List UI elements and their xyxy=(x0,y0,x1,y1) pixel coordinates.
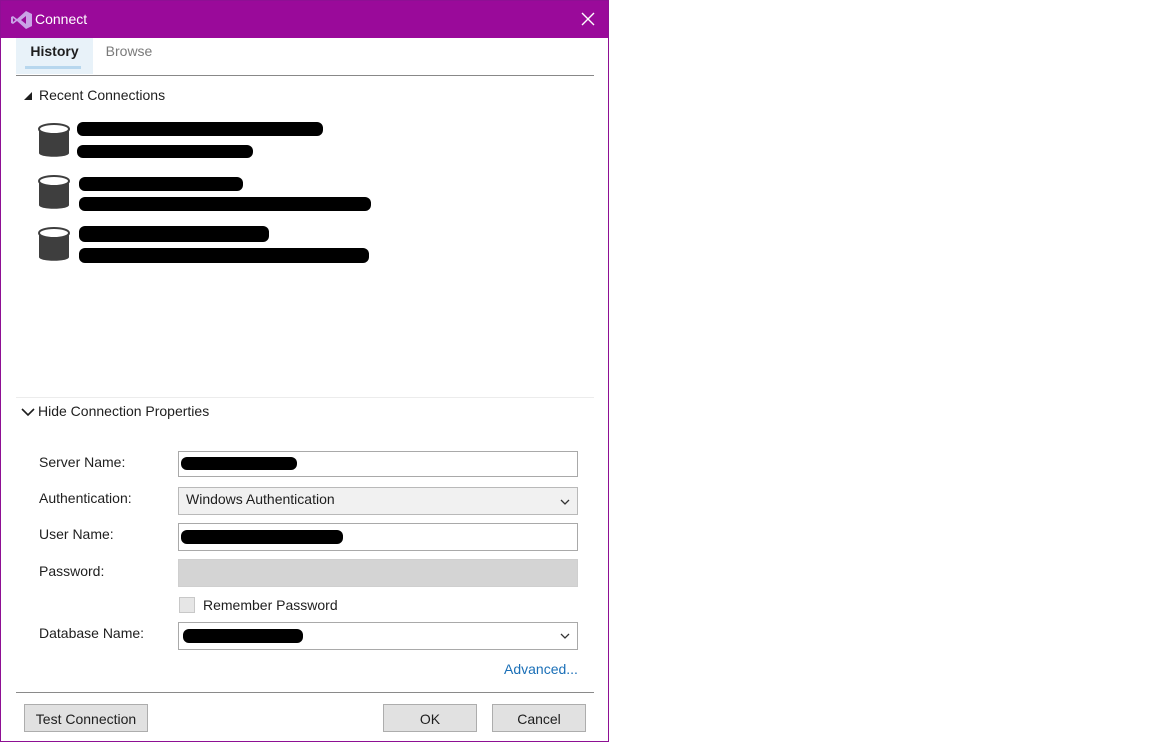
redacted-connection-detail xyxy=(79,197,371,211)
password-label: Password: xyxy=(39,563,105,579)
footer-divider xyxy=(16,692,594,693)
remember-password-checkbox[interactable] xyxy=(179,597,195,613)
database-icon xyxy=(38,175,70,209)
tab-browse[interactable]: Browse xyxy=(98,38,160,74)
authentication-value: Windows Authentication xyxy=(186,491,335,507)
recent-connection-item[interactable] xyxy=(37,122,417,164)
cancel-button[interactable]: Cancel xyxy=(492,704,586,732)
expanded-triangle-icon xyxy=(24,92,32,100)
redacted-connection-name xyxy=(79,226,269,242)
authentication-label: Authentication: xyxy=(39,490,132,506)
database-name-combobox[interactable] xyxy=(178,622,578,650)
chevron-down-icon xyxy=(21,408,35,417)
tab-strip: History Browse xyxy=(16,38,594,76)
redacted-server-name xyxy=(181,457,297,470)
redacted-user-name xyxy=(181,530,343,544)
redacted-connection-detail xyxy=(79,248,369,263)
section-divider xyxy=(16,397,594,398)
hide-connection-properties-label: Hide Connection Properties xyxy=(38,403,210,419)
test-connection-button[interactable]: Test Connection xyxy=(24,704,148,732)
redacted-connection-name xyxy=(79,177,243,191)
chevron-down-icon xyxy=(560,499,570,505)
tab-history[interactable]: History xyxy=(16,38,93,74)
remember-password-label[interactable]: Remember Password xyxy=(203,597,338,613)
redacted-connection-name xyxy=(77,122,323,136)
password-input xyxy=(178,559,578,587)
database-icon xyxy=(38,227,70,261)
user-name-label: User Name: xyxy=(39,526,114,542)
server-name-input[interactable] xyxy=(178,451,578,477)
redacted-connection-detail xyxy=(77,145,253,158)
title-bar: Connect xyxy=(1,1,608,38)
window-title: Connect xyxy=(35,11,88,27)
advanced-link[interactable]: Advanced... xyxy=(504,661,578,677)
ok-button[interactable]: OK xyxy=(383,704,477,732)
visual-studio-logo-icon xyxy=(11,11,32,29)
chevron-down-icon[interactable] xyxy=(559,630,571,642)
connect-dialog: Connect History Browse Recent Connection… xyxy=(0,0,609,742)
server-name-label: Server Name: xyxy=(39,454,126,470)
user-name-input[interactable] xyxy=(178,523,578,551)
database-icon xyxy=(38,123,70,157)
recent-connection-item[interactable] xyxy=(37,226,417,268)
database-name-label: Database Name: xyxy=(39,625,145,641)
close-icon[interactable] xyxy=(573,5,603,33)
authentication-select[interactable]: Windows Authentication xyxy=(178,487,578,515)
recent-connections-label: Recent Connections xyxy=(39,87,166,103)
recent-connection-item[interactable] xyxy=(37,174,417,216)
redacted-database-name xyxy=(183,629,303,643)
